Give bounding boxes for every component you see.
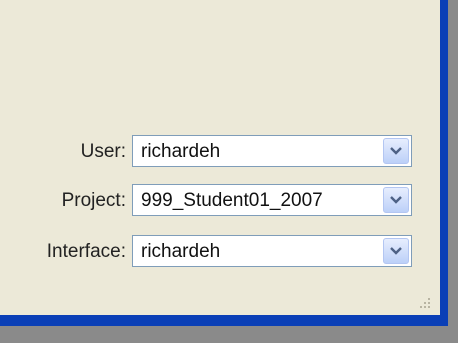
project-value: 999_Student01_2007	[141, 190, 323, 211]
user-label: User:	[80, 141, 126, 162]
interface-combobox[interactable]: richardeh	[132, 235, 412, 267]
interface-dropdown-button[interactable]	[383, 238, 409, 264]
user-value: richardeh	[141, 141, 221, 162]
resize-grip-icon[interactable]	[417, 295, 431, 309]
login-dialog-panel: User: richardeh Project: 999_Student01_2…	[0, 0, 440, 315]
chevron-down-icon	[390, 246, 402, 255]
project-label: Project:	[61, 190, 126, 211]
interface-row: Interface: richardeh	[0, 235, 440, 269]
interface-label: Interface:	[46, 241, 126, 262]
user-combobox[interactable]: richardeh	[132, 135, 412, 167]
chevron-down-icon	[390, 146, 402, 155]
chevron-down-icon	[390, 195, 402, 204]
user-dropdown-button[interactable]	[383, 138, 409, 164]
user-row: User: richardeh	[0, 135, 440, 169]
screen: User: richardeh Project: 999_Student01_2…	[0, 0, 458, 343]
project-combobox[interactable]: 999_Student01_2007	[132, 184, 412, 216]
project-dropdown-button[interactable]	[383, 187, 409, 213]
project-row: Project: 999_Student01_2007	[0, 184, 440, 218]
interface-value: richardeh	[141, 241, 221, 262]
